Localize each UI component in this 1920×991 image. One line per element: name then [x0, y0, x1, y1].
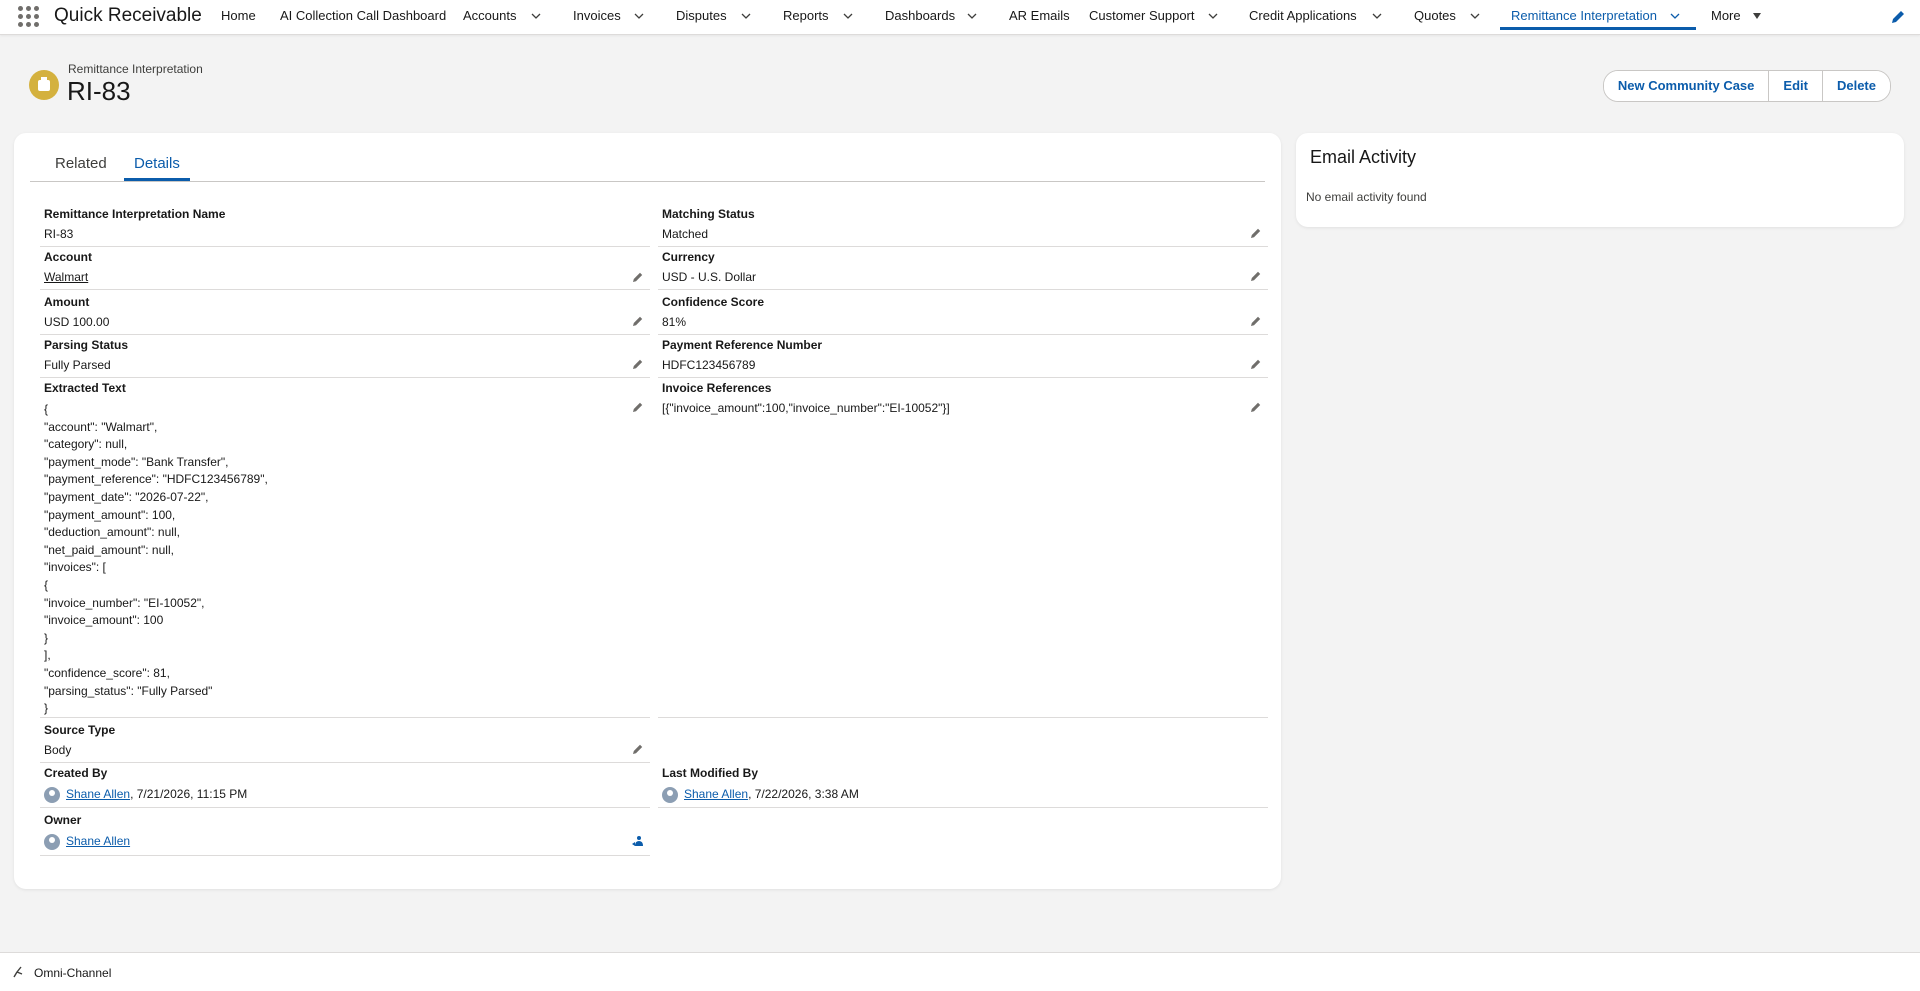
field-confidence-score: Confidence Score 81% — [658, 295, 1268, 335]
change-owner-icon[interactable] — [632, 835, 644, 847]
nav-item-credit-applications[interactable]: Credit Applications — [1249, 0, 1357, 33]
chevron-down-icon[interactable] — [1208, 13, 1218, 19]
chevron-down-icon[interactable] — [967, 13, 977, 19]
email-activity-empty-text: No email activity found — [1306, 190, 1427, 204]
account-link[interactable]: Walmart — [44, 270, 88, 284]
record-title: RI-83 — [67, 76, 131, 106]
field-payment-reference-number: Payment Reference Number HDFC123456789 — [658, 338, 1268, 378]
utility-bar: Omni-Channel — [0, 952, 1920, 991]
edit-pencil-icon[interactable] — [1250, 270, 1262, 282]
email-activity-card: Email Activity No email activity found — [1296, 133, 1904, 227]
extracted-text-value: { "account": "Walmart", "category": null… — [44, 402, 268, 716]
avatar — [44, 834, 60, 850]
tab-details[interactable]: Details — [124, 155, 190, 181]
record-type-icon — [29, 70, 59, 100]
nav-item-ar-emails[interactable]: AR Emails — [1009, 0, 1070, 33]
edit-pencil-icon[interactable] — [1250, 227, 1262, 239]
chevron-down-icon[interactable] — [1470, 13, 1480, 19]
avatar — [44, 787, 60, 803]
record-detail-card: Related Details Remittance Interpretatio… — [14, 133, 1281, 889]
edit-button[interactable]: Edit — [1768, 71, 1822, 101]
edit-pencil-icon[interactable] — [1250, 358, 1262, 370]
nav-item-more[interactable]: More — [1711, 0, 1741, 33]
edit-pencil-icon[interactable] — [632, 743, 644, 755]
field-currency: Currency USD - U.S. Dollar — [658, 250, 1268, 290]
nav-item-remittance-interpretation[interactable]: Remittance Interpretation — [1500, 0, 1696, 30]
avatar — [662, 787, 678, 803]
delete-button[interactable]: Delete — [1821, 71, 1890, 101]
nav-item-reports[interactable]: Reports — [783, 0, 829, 33]
chevron-down-icon[interactable] — [741, 13, 751, 19]
header-actions: New Community Case Edit Delete — [1602, 70, 1891, 102]
app-name: Quick Receivable — [54, 5, 202, 26]
field-extracted-text: Extracted Text { "account": "Walmart", "… — [40, 381, 650, 718]
edit-pencil-icon[interactable] — [1250, 401, 1262, 413]
field-created-by: Created By Shane Allen, 7/21/2026, 11:15… — [40, 766, 650, 808]
field-last-modified-by: Last Modified By Shane Allen, 7/22/2026,… — [658, 766, 1268, 808]
edit-pencil-icon[interactable] — [632, 358, 644, 370]
field-parsing-status: Parsing Status Fully Parsed — [40, 338, 650, 378]
edit-pencil-icon[interactable] — [632, 401, 644, 413]
created-by-user-link[interactable]: Shane Allen — [66, 787, 130, 801]
record-tabs: Related Details — [30, 155, 1265, 182]
app-launcher-icon[interactable] — [18, 6, 40, 28]
edit-pencil-icon[interactable] — [1250, 315, 1262, 327]
modified-by-user-link[interactable]: Shane Allen — [684, 787, 748, 801]
nav-item-ai-collection-call-dashboard[interactable]: AI Collection Call Dashboard — [280, 0, 446, 33]
chevron-down-icon[interactable] — [843, 13, 853, 19]
nav-item-dashboards[interactable]: Dashboards — [885, 0, 955, 33]
field-amount: Amount USD 100.00 — [40, 295, 650, 335]
nav-item-invoices[interactable]: Invoices — [573, 0, 621, 33]
field-owner: Owner Shane Allen — [40, 813, 650, 856]
chevron-down-icon[interactable] — [1372, 13, 1382, 19]
chevron-down-icon[interactable] — [531, 13, 541, 19]
omni-channel-icon — [13, 966, 23, 978]
edit-pencil-icon[interactable] — [632, 315, 644, 327]
field-remittance-interpretation-name: Remittance Interpretation Name RI-83 — [40, 207, 650, 247]
object-type-label: Remittance Interpretation — [68, 62, 203, 76]
field-invoice-references: Invoice References [{"invoice_amount":10… — [658, 381, 1268, 718]
new-community-case-button[interactable]: New Community Case — [1603, 71, 1769, 101]
chevron-down-icon[interactable] — [1670, 13, 1680, 19]
nav-item-home[interactable]: Home — [221, 0, 256, 33]
nav-item-accounts[interactable]: Accounts — [463, 0, 516, 33]
nav-item-quotes[interactable]: Quotes — [1414, 0, 1456, 33]
edit-nav-icon[interactable] — [1890, 9, 1906, 25]
email-activity-title: Email Activity — [1310, 147, 1417, 167]
global-nav: Quick Receivable Home AI Collection Call… — [0, 0, 1920, 35]
owner-user-link[interactable]: Shane Allen — [66, 834, 130, 848]
tab-related[interactable]: Related — [55, 155, 107, 179]
field-matching-status: Matching Status Matched — [658, 207, 1268, 247]
field-source-type: Source Type Body — [40, 723, 650, 763]
omni-channel-button[interactable]: Omni-Channel — [34, 966, 111, 980]
field-account: Account Walmart — [40, 250, 650, 290]
edit-pencil-icon[interactable] — [632, 271, 644, 283]
nav-item-disputes[interactable]: Disputes — [676, 0, 727, 33]
chevron-down-icon[interactable] — [634, 13, 644, 19]
caret-down-icon[interactable] — [1752, 13, 1762, 19]
nav-item-customer-support[interactable]: Customer Support — [1089, 0, 1195, 33]
